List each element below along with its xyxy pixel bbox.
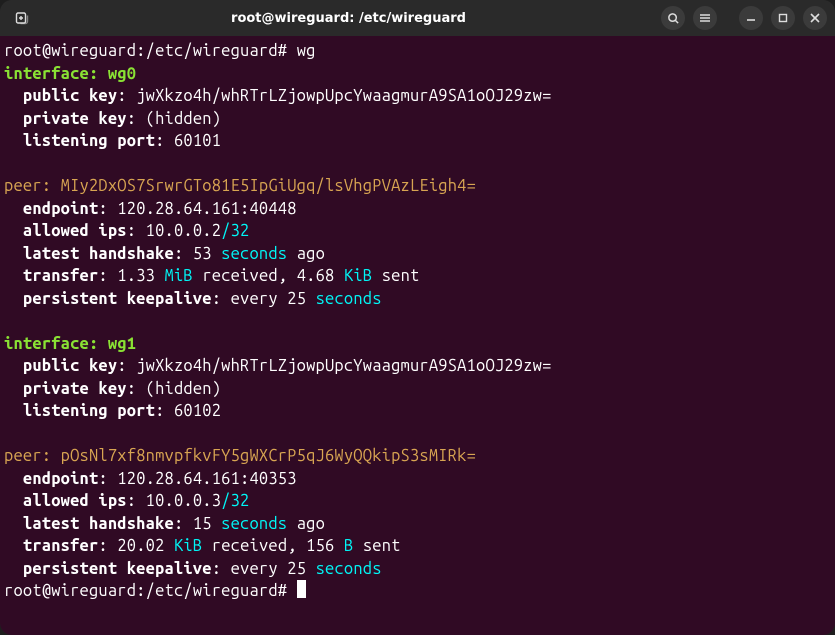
transfer-tx-unit: KiB <box>344 267 372 285</box>
search-icon <box>667 12 680 25</box>
handshake-suffix: ago <box>297 515 325 533</box>
transfer-rx-unit: KiB <box>174 537 202 555</box>
public-key-value: jwXkzo4h/whRTrLZjowpUpcYwaagmurA9SA1oOJ2… <box>136 357 551 375</box>
transfer-label: transfer <box>23 537 99 555</box>
transfer-rx-num: 1.33 <box>117 267 155 285</box>
transfer-tx-word: sent <box>382 267 420 285</box>
allowed-ips-ip: 10.0.0.3 <box>146 492 222 510</box>
allowed-ips-label: allowed ips <box>23 492 127 510</box>
handshake-unit: seconds <box>221 245 287 263</box>
hamburger-icon <box>699 12 711 24</box>
transfer-tx-unit: B <box>344 537 353 555</box>
transfer-tx-num: 156 <box>306 537 334 555</box>
terminal-window: root@wireguard: /etc/wireguard <box>0 0 835 635</box>
handshake-label: latest handshake <box>23 515 174 533</box>
keepalive-num: 25 <box>287 560 306 578</box>
keepalive-pre: every <box>231 560 278 578</box>
allowed-ips-mask: /32 <box>221 492 249 510</box>
endpoint-label: endpoint <box>23 200 99 218</box>
transfer-tx-word: sent <box>363 537 401 555</box>
endpoint-label: endpoint <box>23 470 99 488</box>
search-button[interactable] <box>661 6 685 30</box>
maximize-button[interactable] <box>771 6 795 30</box>
new-tab-button[interactable] <box>8 4 36 32</box>
interface-name: wg1 <box>108 335 136 353</box>
keepalive-unit: seconds <box>316 290 382 308</box>
handshake-suffix: ago <box>297 245 325 263</box>
prompt-user-host: root@wireguard <box>4 42 136 60</box>
handshake-label: latest handshake <box>23 245 174 263</box>
prompt-path: /etc/wireguard <box>146 42 278 60</box>
listening-port-label: listening port <box>23 132 155 150</box>
public-key-label: public key <box>23 357 117 375</box>
command-text: wg <box>297 42 316 60</box>
transfer-label: transfer <box>23 267 99 285</box>
keepalive-pre: every <box>231 290 278 308</box>
public-key-value: jwXkzo4h/whRTrLZjowpUpcYwaagmurA9SA1oOJ2… <box>136 87 551 105</box>
private-key-label: private key <box>23 380 127 398</box>
transfer-tx-num: 4.68 <box>297 267 335 285</box>
new-tab-icon <box>14 10 30 26</box>
window-title: root@wireguard: /etc/wireguard <box>36 11 661 26</box>
listening-port-label: listening port <box>23 402 155 420</box>
handshake-num: 15 <box>193 515 212 533</box>
keepalive-unit: seconds <box>316 560 382 578</box>
terminal-cursor <box>297 580 306 598</box>
titlebar: root@wireguard: /etc/wireguard <box>0 0 835 36</box>
close-button[interactable] <box>803 6 827 30</box>
prompt-path: /etc/wireguard <box>146 582 278 600</box>
transfer-rx-unit: MiB <box>165 267 193 285</box>
peer-key: pOsNl7xf8nmvpfkvFY5gWXCrP5qJ6WyQQkipS3sM… <box>61 447 476 465</box>
private-key-value: (hidden) <box>146 110 222 128</box>
handshake-unit: seconds <box>221 515 287 533</box>
interface-name: wg0 <box>108 65 136 83</box>
endpoint-value: 120.28.64.161:40448 <box>117 200 296 218</box>
maximize-icon <box>778 13 788 23</box>
listening-port-value: 60101 <box>174 132 221 150</box>
private-key-value: (hidden) <box>146 380 222 398</box>
keepalive-num: 25 <box>287 290 306 308</box>
menu-button[interactable] <box>693 6 717 30</box>
minimize-button[interactable] <box>739 6 763 30</box>
minimize-icon <box>746 13 756 23</box>
close-icon <box>810 13 820 23</box>
transfer-rx-word: received, <box>202 267 287 285</box>
allowed-ips-ip: 10.0.0.2 <box>146 222 222 240</box>
endpoint-value: 120.28.64.161:40353 <box>117 470 296 488</box>
private-key-label: private key <box>23 110 127 128</box>
transfer-rx-word: received, <box>212 537 297 555</box>
allowed-ips-mask: /32 <box>221 222 249 240</box>
interface-heading: interface <box>4 65 89 83</box>
peer-heading: peer <box>4 177 42 195</box>
keepalive-label: persistent keepalive <box>23 560 212 578</box>
allowed-ips-label: allowed ips <box>23 222 127 240</box>
transfer-rx-num: 20.02 <box>117 537 164 555</box>
handshake-num: 53 <box>193 245 212 263</box>
peer-key: MIy2DxOS7SrwrGTo81E5IpGiUgq/lsVhgPVAzLEi… <box>61 177 476 195</box>
peer-heading: peer <box>4 447 42 465</box>
public-key-label: public key <box>23 87 117 105</box>
terminal-output[interactable]: root@wireguard:/etc/wireguard# wg interf… <box>0 36 835 635</box>
listening-port-value: 60102 <box>174 402 221 420</box>
interface-heading: interface <box>4 335 89 353</box>
prompt-user-host: root@wireguard <box>4 582 136 600</box>
keepalive-label: persistent keepalive <box>23 290 212 308</box>
